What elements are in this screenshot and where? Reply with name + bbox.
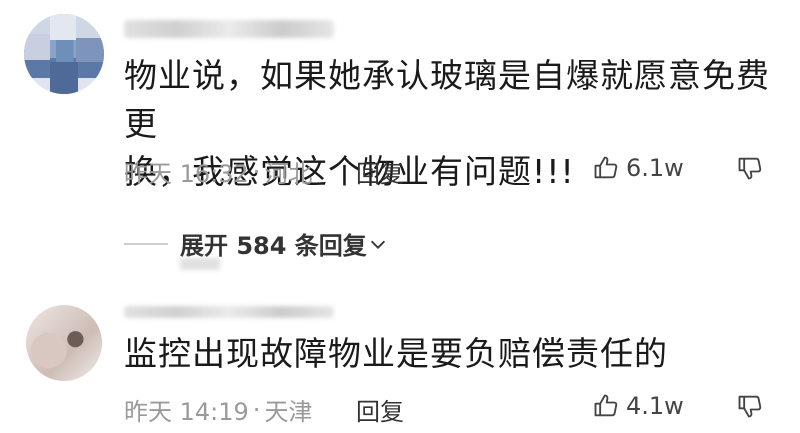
like-button[interactable]: 6.1w [592, 154, 684, 182]
expand-replies-button[interactable]: 展开 584 条回复 [124, 226, 389, 261]
divider [124, 242, 168, 245]
meta-separator: · [252, 157, 261, 186]
avatar[interactable] [24, 14, 104, 94]
dislike-button[interactable] [736, 154, 764, 186]
thumbs-down-icon [738, 157, 762, 180]
like-button[interactable]: 4.1w [592, 392, 684, 420]
chevron-down-icon [370, 240, 385, 249]
thumbs-up-icon [594, 394, 618, 417]
dislike-button[interactable] [736, 392, 764, 424]
location: 河北 [264, 160, 313, 188]
comment-meta: 昨天 14:19 · 天津 [124, 392, 312, 427]
reply-button[interactable]: 回复 [356, 154, 404, 189]
timestamp: 昨天 16:32 [124, 160, 249, 188]
comment-text: 监控出现故障物业是要负赔偿责任的 [124, 330, 668, 378]
username[interactable] [124, 20, 334, 38]
comment-text-line: 监控出现故障物业是要负赔偿责任的 [124, 334, 668, 373]
comment-text-line: 物业说，如果她承认玻璃是自爆就愿意免费更 [124, 56, 770, 143]
thumbs-up-icon [594, 156, 618, 179]
like-count: 4.1w [626, 392, 684, 420]
meta-separator: · [252, 395, 261, 424]
location: 天津 [264, 398, 313, 426]
avatar[interactable] [26, 305, 102, 381]
blurred-fragment [180, 258, 220, 270]
comment-meta: 昨天 16:32 · 河北 [124, 154, 312, 189]
username[interactable] [124, 306, 334, 318]
like-count: 6.1w [626, 154, 684, 182]
reply-button[interactable]: 回复 [356, 392, 404, 427]
thumbs-down-icon [738, 395, 762, 418]
timestamp: 昨天 14:19 [124, 398, 249, 426]
expand-replies-label: 展开 584 条回复 [180, 232, 367, 260]
